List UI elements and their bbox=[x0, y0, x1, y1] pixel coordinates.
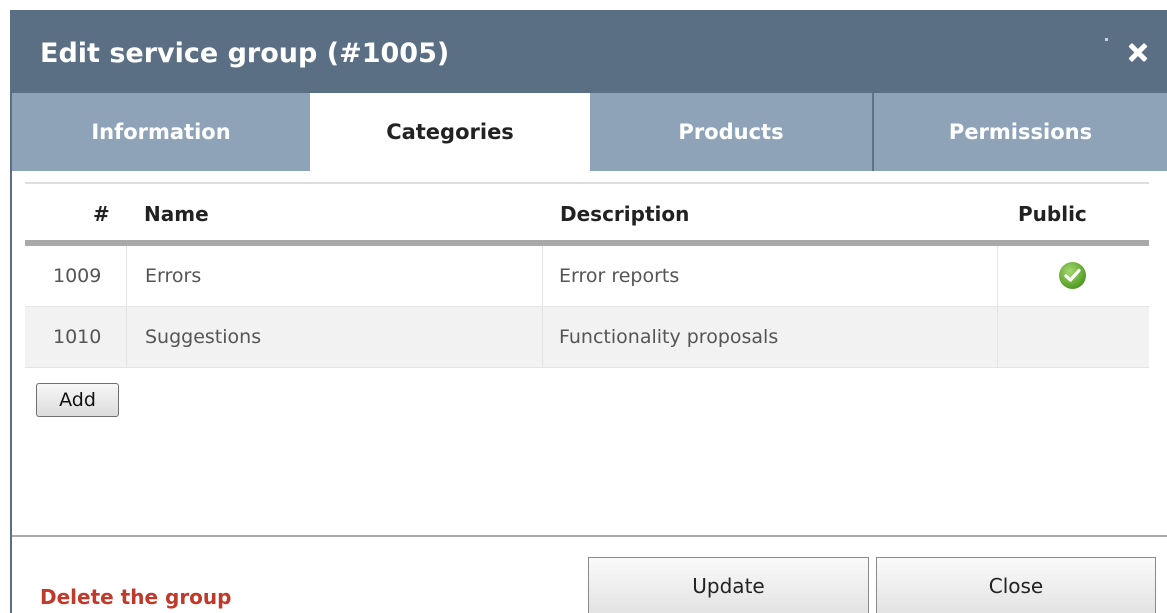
delete-group-link[interactable]: Delete the group bbox=[40, 585, 231, 609]
cell-description: Error reports bbox=[559, 265, 680, 287]
column-header-description: Description bbox=[560, 202, 690, 226]
column-divider bbox=[126, 246, 127, 306]
add-category-button[interactable]: Add bbox=[36, 383, 119, 417]
column-divider bbox=[542, 307, 543, 367]
cell-description: Functionality proposals bbox=[559, 326, 779, 348]
tab-permissions[interactable]: Permissions bbox=[872, 93, 1167, 171]
cell-name: Errors bbox=[145, 265, 202, 287]
table-header: # Name Description Public bbox=[25, 184, 1149, 240]
column-divider bbox=[997, 307, 998, 367]
cell-name: Suggestions bbox=[145, 326, 262, 348]
cell-id: 1009 bbox=[53, 265, 102, 287]
column-divider bbox=[997, 246, 998, 306]
close-icon[interactable] bbox=[1125, 39, 1151, 65]
tab-products[interactable]: Products bbox=[590, 93, 872, 171]
column-header-public: Public bbox=[1018, 202, 1087, 226]
check-icon bbox=[1059, 262, 1086, 289]
column-divider bbox=[126, 307, 127, 367]
cell-id: 1010 bbox=[53, 326, 102, 348]
table-row[interactable]: 1009 Errors Error reports bbox=[25, 246, 1149, 307]
column-header-id: # bbox=[93, 202, 110, 226]
dialog-title: Edit service group (#1005) bbox=[40, 38, 450, 69]
tab-bar: Information Categories Products Permissi… bbox=[12, 93, 1167, 171]
column-header-name: Name bbox=[144, 202, 209, 226]
close-button[interactable]: Close bbox=[876, 557, 1156, 613]
update-button[interactable]: Update bbox=[588, 557, 869, 613]
tab-information[interactable]: Information bbox=[12, 93, 310, 171]
footer-divider bbox=[12, 535, 1167, 537]
categories-table: # Name Description Public 1009 Errors Er… bbox=[25, 182, 1149, 368]
titlebar-dot bbox=[1105, 38, 1108, 41]
table-row[interactable]: 1010 Suggestions Functionality proposals bbox=[25, 307, 1149, 368]
column-divider bbox=[542, 246, 543, 306]
dialog-titlebar[interactable]: Edit service group (#1005) bbox=[12, 10, 1167, 93]
tab-categories[interactable]: Categories bbox=[310, 93, 590, 171]
edit-service-group-dialog: Edit service group (#1005) Information C… bbox=[10, 10, 1167, 613]
